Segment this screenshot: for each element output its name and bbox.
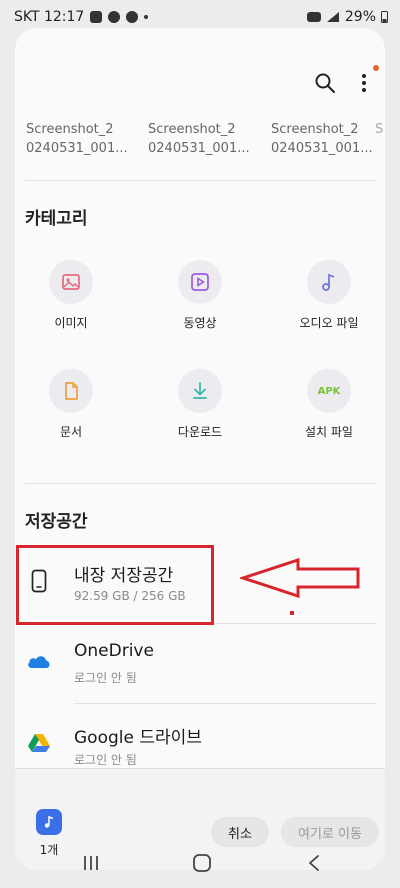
category-icon-bg	[49, 369, 93, 413]
file-picker-sheet: Screenshot_2 0240531_001... Screenshot_2…	[15, 28, 385, 870]
storage-icon-wrap	[25, 729, 53, 757]
notification-badge	[373, 65, 379, 71]
move-here-button[interactable]: 여기로 이동	[281, 817, 379, 847]
annotation-highlight-box	[16, 545, 214, 625]
image-icon	[62, 274, 80, 290]
category-videos[interactable]: 동영상	[140, 260, 260, 331]
storage-onedrive[interactable]: OneDrive 로그인 안 됨	[15, 625, 385, 699]
apk-icon: APK	[317, 385, 341, 397]
download-icon	[193, 382, 207, 399]
document-icon	[65, 382, 78, 400]
battery-percent: 29%	[344, 9, 376, 25]
battery-icon	[381, 11, 388, 23]
recent-file-name: Screenshot_2	[26, 122, 114, 137]
categories-title: 카테고리	[25, 209, 88, 229]
category-label: 다운로드	[177, 425, 223, 439]
storage-title: 저장공간	[25, 512, 88, 532]
category-icon-bg	[178, 260, 222, 304]
category-downloads[interactable]: 다운로드	[140, 369, 260, 440]
recent-file-name-cont: 0240531_001...	[26, 141, 128, 156]
video-icon	[191, 273, 209, 291]
storage-status: 로그인 안 됨	[74, 671, 137, 685]
cancel-button[interactable]: 취소	[211, 817, 269, 847]
recent-file-name-cont: 0240531_001...	[148, 141, 250, 156]
recent-file-item-partial: S	[375, 122, 384, 137]
category-label: 설치 파일	[305, 425, 353, 439]
recent-file-name: Screenshot_2	[271, 122, 359, 137]
category-label: 동영상	[183, 316, 217, 330]
selected-file-thumbnail[interactable]	[36, 809, 62, 835]
recent-file-name-cont: 0240531_001...	[271, 141, 373, 156]
recent-files: Screenshot_2 0240531_001... Screenshot_2…	[15, 120, 385, 160]
category-icon-bg	[49, 260, 93, 304]
5g-icon	[306, 12, 321, 22]
recent-file-name: Screenshot_2	[148, 122, 236, 137]
navigation-bar	[0, 850, 400, 888]
music-file-icon	[44, 815, 54, 828]
recent-file-item[interactable]: Screenshot_2 0240531_001...	[148, 120, 263, 158]
signal-icon	[326, 12, 339, 22]
gallery-notification-icon	[90, 11, 103, 23]
carrier-time: SKT 12:17	[14, 9, 85, 25]
category-label: 문서	[59, 425, 83, 439]
category-label: 이미지	[54, 316, 88, 330]
category-icon-bg	[307, 260, 351, 304]
onedrive-icon	[28, 656, 50, 668]
search-button[interactable]	[310, 68, 340, 98]
divider	[74, 703, 377, 704]
divider	[25, 180, 377, 181]
storage-status: 로그인 안 됨	[74, 753, 137, 767]
music-note-icon	[322, 273, 335, 291]
category-documents[interactable]: 문서	[15, 369, 131, 440]
google-drive-icon	[28, 734, 50, 752]
annotation-dot	[290, 611, 294, 615]
chat-notification-icon	[108, 11, 121, 23]
home-icon[interactable]	[192, 853, 212, 873]
category-install-files[interactable]: APK 설치 파일	[269, 369, 385, 440]
divider	[25, 483, 377, 484]
back-icon[interactable]	[306, 854, 322, 872]
top-bar	[15, 68, 385, 108]
category-label: 오디오 파일	[299, 316, 359, 330]
divider	[15, 768, 385, 769]
recent-file-item[interactable]: Screenshot_2 0240531_001...	[271, 120, 385, 158]
more-notifications-dot	[144, 15, 149, 19]
storage-name: OneDrive	[74, 641, 154, 661]
category-audio[interactable]: 오디오 파일	[269, 260, 385, 331]
more-options-button[interactable]	[349, 68, 379, 98]
category-icon-bg	[178, 369, 222, 413]
category-images[interactable]: 이미지	[15, 260, 131, 331]
category-icon-bg: APK	[307, 369, 351, 413]
recent-file-item[interactable]: Screenshot_2 0240531_001...	[26, 120, 141, 158]
storage-icon-wrap	[25, 647, 53, 675]
annotation-arrow	[240, 557, 360, 599]
recent-apps-icon[interactable]	[82, 854, 100, 872]
storage-name: Google 드라이브	[74, 728, 202, 748]
location-notification-icon	[126, 11, 139, 23]
more-vertical-icon	[362, 74, 366, 92]
search-icon	[315, 73, 335, 93]
